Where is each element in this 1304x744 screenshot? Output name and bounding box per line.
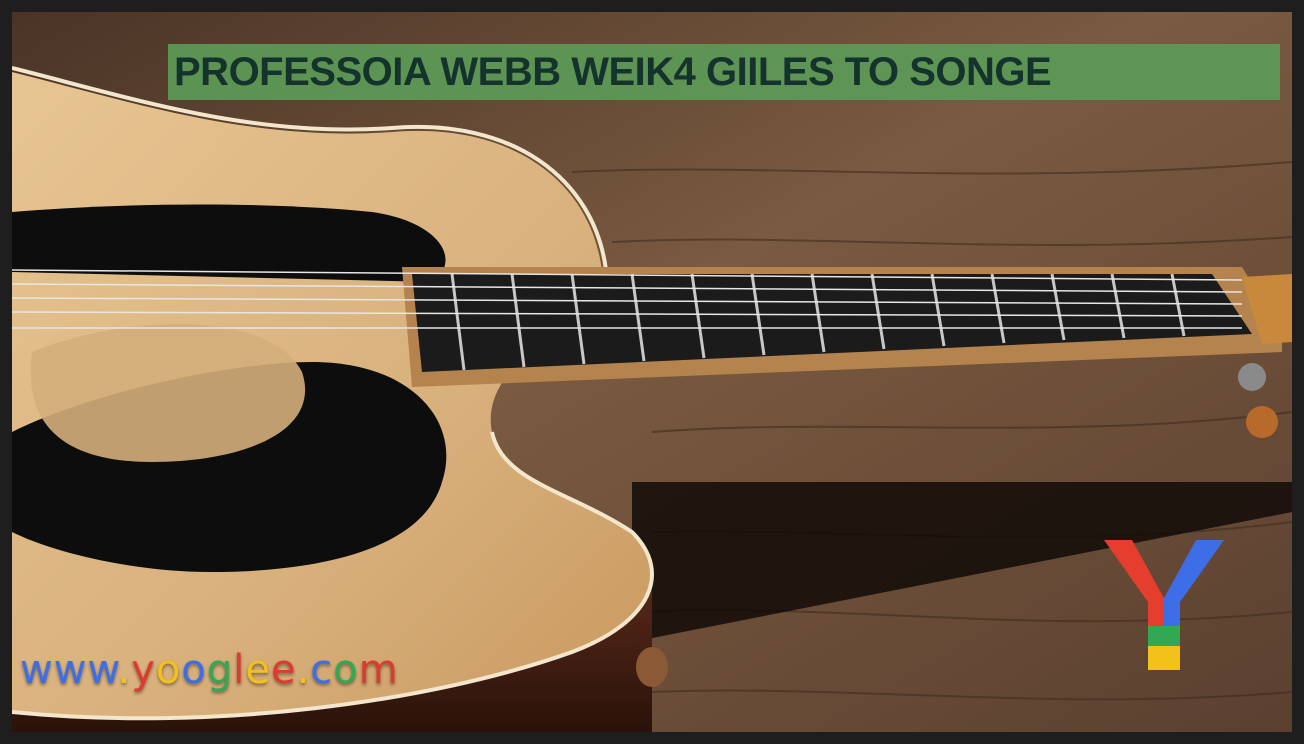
watermark-letter: o <box>333 647 359 693</box>
watermark-letter: . <box>296 647 311 693</box>
watermark-letter: o <box>181 647 207 693</box>
guitar-illustration <box>12 12 1292 732</box>
watermark-letter: . <box>117 647 132 693</box>
watermark-letter: o <box>155 647 182 693</box>
watermark-letter: e <box>270 647 297 693</box>
website-watermark: www.yooglee.com <box>20 646 399 694</box>
watermark-letter: y <box>131 647 156 693</box>
watermark-letter: g <box>206 647 234 693</box>
watermark-letter: m <box>358 647 399 693</box>
watermark-letter: c <box>310 647 334 693</box>
watermark-letter: w <box>87 647 118 693</box>
title-text: PROFESSOIA WEBB WEIK4 GIILES TO SONGE <box>174 50 1052 94</box>
watermark-letter: w <box>53 647 88 693</box>
y-logo-icon <box>1104 540 1224 670</box>
image-frame: PROFESSOIA WEBB WEIK4 GIILES TO SONGE ww… <box>0 0 1304 744</box>
watermark-letter: w <box>20 647 54 693</box>
guitar-photo <box>12 12 1292 732</box>
strap-button <box>636 647 668 687</box>
watermark-letter: l <box>233 647 246 693</box>
watermark-letter: e <box>245 647 271 693</box>
